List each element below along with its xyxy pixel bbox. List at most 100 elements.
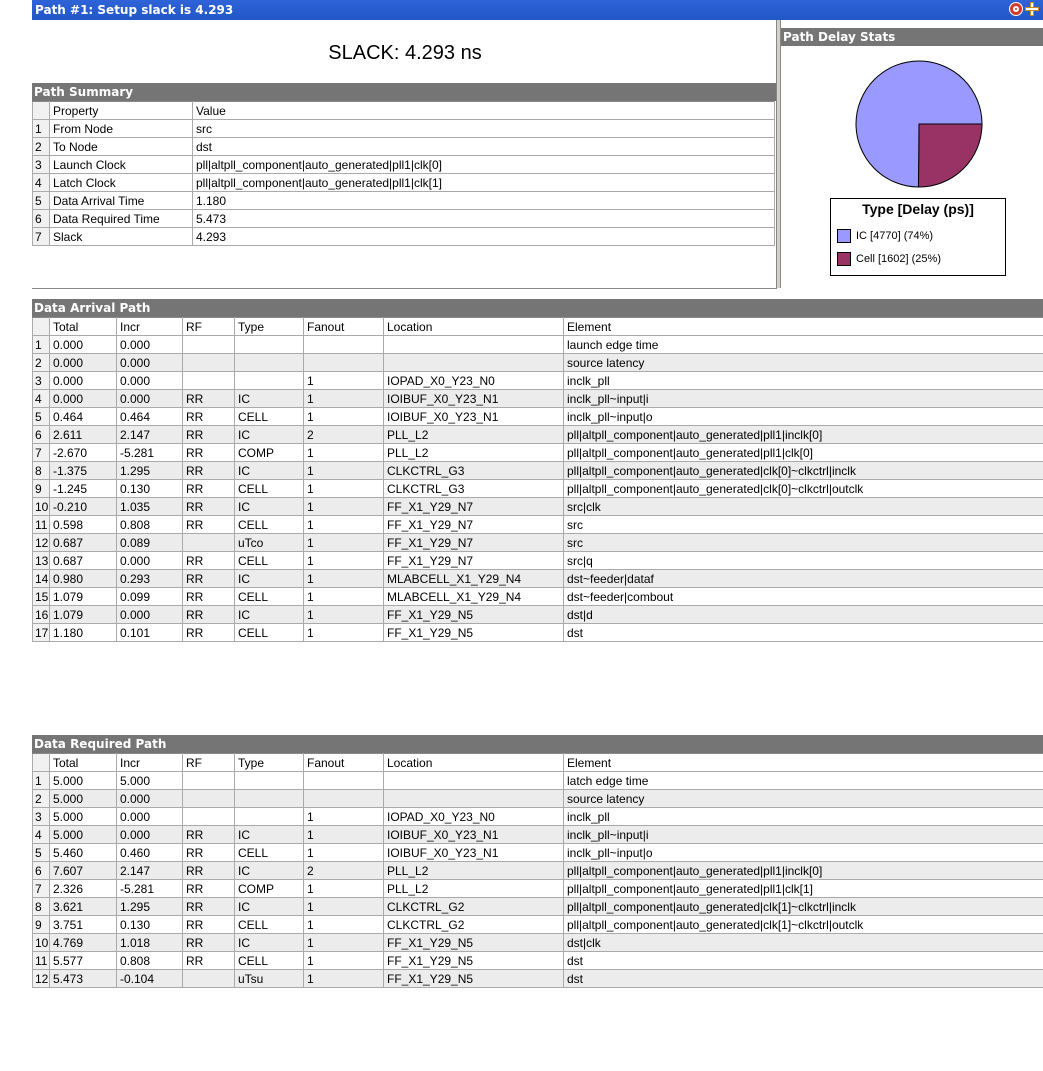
data-required-table: Total Incr RF Type Fanout Location Eleme… xyxy=(32,753,1043,988)
table-row[interactable]: 14 0.980 0.293 RR IC 1 MLABCELL_X1_Y29_N4 dst~f… xyxy=(32,569,1043,588)
table-row[interactable]: 3 0.000 0.000 1 IOPAD_X0_Y23_N0 inclk_pll xyxy=(32,371,1043,390)
column-header-value[interactable]: Value xyxy=(192,101,775,120)
column-header-incr[interactable]: Incr xyxy=(116,317,183,336)
table-row[interactable]: 6 7.607 2.147 RR IC 2 PLL_L2 pll|altpll_compone… xyxy=(32,861,1043,880)
table-row[interactable]: 4 0.000 0.000 RR IC 1 IOIBUF_X0_Y23_N1 inclk_pl… xyxy=(32,389,1043,408)
legend-item-ic: IC [4770] (74%) xyxy=(837,229,933,243)
cell-type xyxy=(234,371,304,390)
column-header-fanout[interactable]: Fanout xyxy=(303,753,384,772)
cell-type: IC xyxy=(234,605,304,624)
table-row[interactable]: 15 1.079 0.099 RR CELL 1 MLABCELL_X1_Y29_N4 dst… xyxy=(32,587,1043,606)
table-row[interactable]: 6 2.611 2.147 RR IC 2 PLL_L2 pll|altpll_compone… xyxy=(32,425,1043,444)
table-row[interactable]: 8 -1.375 1.295 RR IC 1 CLKCTRL_G3 pll|altpll_co… xyxy=(32,461,1043,480)
table-row[interactable]: 17 1.180 0.101 RR CELL 1 FF_X1_Y29_N5 dst xyxy=(32,623,1043,642)
column-header-location[interactable]: Location xyxy=(383,317,564,336)
table-row[interactable]: 1 0.000 0.000 launch edge time xyxy=(32,335,1043,354)
cell-fanout: 1 xyxy=(303,825,384,844)
table-row[interactable]: 1 5.000 5.000 latch edge time xyxy=(32,771,1043,790)
cell-location: FF_X1_Y29_N7 xyxy=(383,533,564,552)
table-row[interactable]: 10 4.769 1.018 RR IC 1 FF_X1_Y29_N5 dst|clk xyxy=(32,933,1043,952)
cell-total: -1.375 xyxy=(49,461,117,480)
table-row[interactable]: 12 0.687 0.089 uTco 1 FF_X1_Y29_N7 src xyxy=(32,533,1043,552)
cell-incr: 0.000 xyxy=(116,789,183,808)
cell-type: CELL xyxy=(234,479,304,498)
table-row[interactable]: 11 5.577 0.808 RR CELL 1 FF_X1_Y29_N5 dst xyxy=(32,951,1043,970)
cell-type: IC xyxy=(234,897,304,916)
cell-type: CELL xyxy=(234,587,304,606)
table-row[interactable]: 2 5.000 0.000 source latency xyxy=(32,789,1043,808)
row-number-header xyxy=(32,753,50,772)
table-row[interactable]: 3 Launch Clock pll|altpll_component|auto_g… xyxy=(32,155,775,174)
cell-rf xyxy=(182,371,235,390)
column-header-type[interactable]: Type xyxy=(234,317,304,336)
cell-fanout xyxy=(303,335,384,354)
column-header-rf[interactable]: RF xyxy=(182,753,235,772)
legend-title: Type [Delay (ps)] xyxy=(862,201,974,217)
table-row[interactable]: 5 Data Arrival Time 1.180 xyxy=(32,191,775,210)
table-row[interactable]: 12 5.473 -0.104 uTsu 1 FF_X1_Y29_N5 dst xyxy=(32,969,1043,988)
cell-element: latch edge time xyxy=(563,771,1043,790)
cell-type: IC xyxy=(234,825,304,844)
cell-element: pll|altpll_component|auto_generated|pll1… xyxy=(563,443,1043,462)
cell-total: -0.210 xyxy=(49,497,117,516)
column-header-total[interactable]: Total xyxy=(49,317,117,336)
row-number: 14 xyxy=(32,569,50,588)
cell-incr: 1.018 xyxy=(116,933,183,952)
table-row[interactable]: 4 Latch Clock pll|altpll_component|auto_ge… xyxy=(32,173,775,192)
cell-type xyxy=(234,771,304,790)
cell-fanout: 1 xyxy=(303,915,384,934)
table-row[interactable]: 5 0.464 0.464 RR CELL 1 IOIBUF_X0_Y23_N1 inclk_… xyxy=(32,407,1043,426)
table-row[interactable]: 9 3.751 0.130 RR CELL 1 CLKCTRL_G2 pll|altpll_c… xyxy=(32,915,1043,934)
cell-incr: 1.295 xyxy=(116,897,183,916)
table-row[interactable]: 2 To Node dst xyxy=(32,137,775,156)
column-header-element[interactable]: Element xyxy=(563,317,1043,336)
column-header-total[interactable]: Total xyxy=(49,753,117,772)
table-row[interactable]: 9 -1.245 0.130 RR CELL 1 CLKCTRL_G3 pll|altpll_… xyxy=(32,479,1043,498)
table-row[interactable]: 3 5.000 0.000 1 IOPAD_X0_Y23_N0 inclk_pll xyxy=(32,807,1043,826)
cell-total: 4.769 xyxy=(49,933,117,952)
cell-fanout: 1 xyxy=(303,969,384,988)
cell-type: COMP xyxy=(234,443,304,462)
column-header-element[interactable]: Element xyxy=(563,753,1043,772)
table-row[interactable]: 16 1.079 0.000 RR IC 1 FF_X1_Y29_N5 dst|d xyxy=(32,605,1043,624)
table-row[interactable]: 10 -0.210 1.035 RR IC 1 FF_X1_Y29_N7 src|clk xyxy=(32,497,1043,516)
table-row[interactable]: 1 From Node src xyxy=(32,119,775,138)
row-number: 8 xyxy=(32,461,50,480)
table-row[interactable]: 4 5.000 0.000 RR IC 1 IOIBUF_X0_Y23_N1 inclk_pl… xyxy=(32,825,1043,844)
cell-location: FF_X1_Y29_N5 xyxy=(383,969,564,988)
cell-rf: RR xyxy=(182,569,235,588)
column-header-location[interactable]: Location xyxy=(383,753,564,772)
pie-legend: Type [Delay (ps)] IC [4770] (74%) Cell [… xyxy=(830,198,1006,276)
cell-total: 3.621 xyxy=(49,897,117,916)
cell-location: MLABCELL_X1_Y29_N4 xyxy=(383,587,564,606)
column-header-property[interactable]: Property xyxy=(49,101,193,120)
cell-element: dst~feeder|dataf xyxy=(563,569,1043,588)
cell-total: 0.980 xyxy=(49,569,117,588)
cell-property: From Node xyxy=(49,119,193,138)
cell-element: src|clk xyxy=(563,497,1043,516)
column-header-incr[interactable]: Incr xyxy=(116,753,183,772)
close-icon[interactable] xyxy=(1009,2,1023,16)
table-row[interactable]: 7 Slack 4.293 xyxy=(32,227,775,246)
row-number: 5 xyxy=(32,843,50,862)
column-header-type[interactable]: Type xyxy=(234,753,304,772)
table-row[interactable]: 7 -2.670 -5.281 RR COMP 1 PLL_L2 pll|altpll_com… xyxy=(32,443,1043,462)
cell-element: source latency xyxy=(563,789,1043,808)
table-row[interactable]: 6 Data Required Time 5.473 xyxy=(32,209,775,228)
cell-type: CELL xyxy=(234,843,304,862)
cell-element: inclk_pll~input|o xyxy=(563,407,1043,426)
legend-label-cell: Cell [1602] (25%) xyxy=(856,252,941,265)
add-icon[interactable] xyxy=(1024,1,1040,17)
table-row[interactable]: 7 2.326 -5.281 RR COMP 1 PLL_L2 pll|altpll_comp… xyxy=(32,879,1043,898)
table-row[interactable]: 2 0.000 0.000 source latency xyxy=(32,353,1043,372)
table-row[interactable]: 13 0.687 0.000 RR CELL 1 FF_X1_Y29_N7 src|q xyxy=(32,551,1043,570)
table-row[interactable]: 8 3.621 1.295 RR IC 1 CLKCTRL_G2 pll|altpll_com… xyxy=(32,897,1043,916)
table-row[interactable]: 11 0.598 0.808 RR CELL 1 FF_X1_Y29_N7 src xyxy=(32,515,1043,534)
panel-splitter[interactable] xyxy=(776,20,781,288)
column-header-rf[interactable]: RF xyxy=(182,317,235,336)
cell-element: dst xyxy=(563,951,1043,970)
row-number: 10 xyxy=(32,497,50,516)
table-row[interactable]: 5 5.460 0.460 RR CELL 1 IOIBUF_X0_Y23_N1 inclk_… xyxy=(32,843,1043,862)
column-header-fanout[interactable]: Fanout xyxy=(303,317,384,336)
cell-type: CELL xyxy=(234,915,304,934)
